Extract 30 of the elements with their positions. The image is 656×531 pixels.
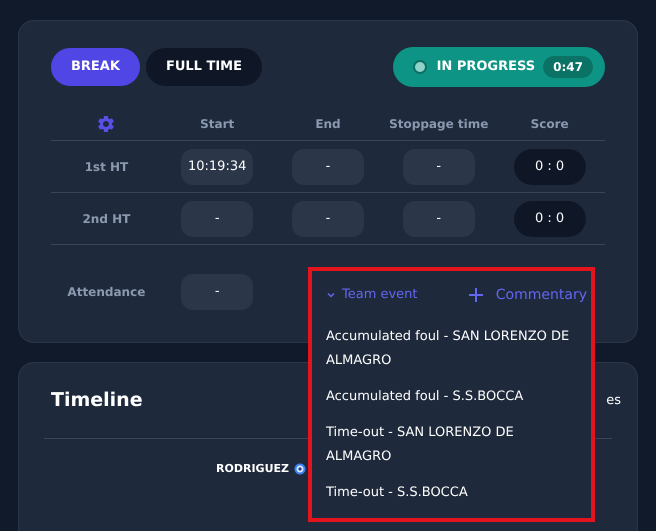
column-header: Start	[199, 116, 236, 132]
end-time-field[interactable]: -	[292, 200, 364, 236]
menu-item[interactable]: Time-out - S.S.BOCCA	[326, 475, 577, 511]
column-header: Score	[530, 116, 570, 132]
plus-icon	[468, 287, 484, 303]
score-field[interactable]: 0 : 0	[514, 148, 586, 184]
break-button[interactable]: BREAK	[51, 48, 140, 86]
start-time-field[interactable]: 10:19:34	[181, 148, 254, 184]
full-time-button[interactable]: FULL TIME	[146, 48, 262, 86]
stoppage-time-field[interactable]: -	[402, 200, 475, 236]
settings-icon[interactable]	[96, 114, 116, 134]
column-header: End	[314, 116, 342, 132]
match-timer: 0:47	[543, 56, 593, 78]
status-label: IN PROGRESS	[436, 58, 536, 76]
menu-item[interactable]: Accumulated foul - SAN LORENZO DE ALMAGRO	[326, 319, 577, 379]
column-header: Stoppage time	[388, 116, 490, 132]
menu-item[interactable]: Time-out - SAN LORENZO DE ALMAGRO	[326, 415, 577, 475]
period-label: 1st HT	[84, 158, 130, 176]
end-time-field[interactable]: -	[292, 148, 364, 184]
stoppage-time-field[interactable]: -	[402, 148, 475, 184]
period-label: 2nd HT	[81, 210, 132, 228]
attendance-label: Attendance	[66, 284, 146, 301]
timeline-title: Timeline	[51, 388, 143, 414]
player-name: RODRIGUEZ	[216, 461, 289, 477]
start-time-field[interactable]: -	[181, 200, 254, 236]
menu-item[interactable]: Accumulated foul - S.S.BOCCA	[326, 379, 577, 415]
chevron-icon	[326, 290, 336, 300]
attendance-field[interactable]: -	[181, 274, 254, 310]
side-text: es	[606, 392, 621, 410]
score-field[interactable]: 0 : 0	[514, 200, 586, 236]
